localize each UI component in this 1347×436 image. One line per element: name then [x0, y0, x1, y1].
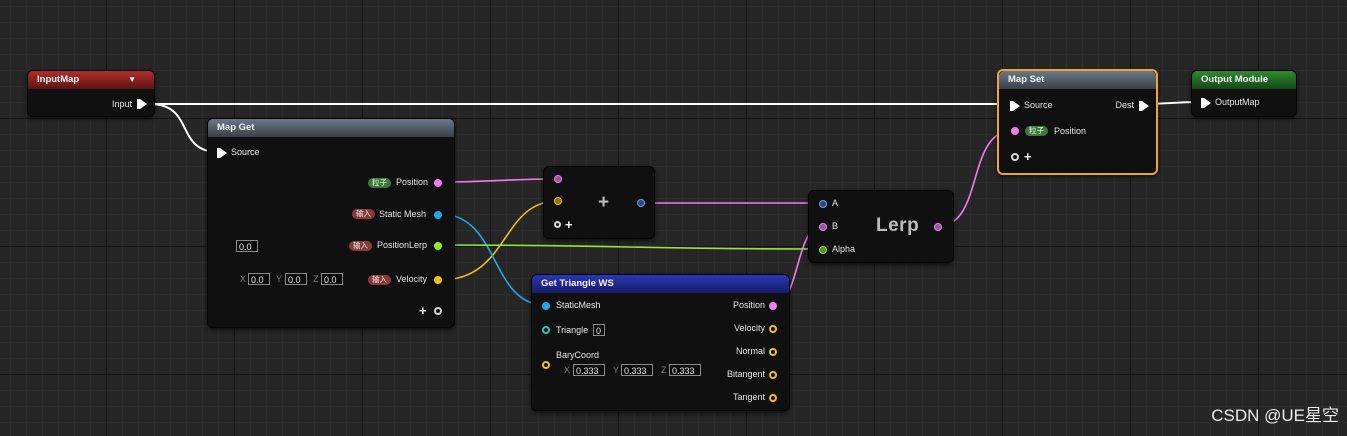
namespace-badge: 输入 [352, 209, 375, 219]
lerp-node[interactable]: A B Alpha Lerp [808, 190, 954, 263]
watermark: CSDN @UE星空 [1211, 406, 1339, 425]
map-get-source-label: Source [231, 147, 260, 157]
map-get-node[interactable]: Map Get Source 粒子 Position 输入 Static Mes… [207, 118, 455, 328]
wire-mesh-to-triangle [439, 213, 546, 306]
map-set-dest-label: Dest [1115, 100, 1134, 110]
map-set-node[interactable]: Map Set Source Dest 粒子 Position + [997, 69, 1158, 175]
input-map-node[interactable]: InputMap ▼ Input [27, 70, 155, 117]
output-position-label: Position [732, 300, 765, 310]
output-normal-pin[interactable] [769, 348, 777, 356]
lerp-title: Lerp [876, 215, 920, 236]
output-position-pin[interactable] [434, 179, 442, 187]
map-set-position-label: Position [1054, 126, 1087, 136]
triangle-value-field[interactable]: 0 [593, 324, 605, 336]
output-module-header[interactable]: Output Module [1192, 71, 1296, 89]
output-map-pin[interactable] [1201, 98, 1211, 108]
lerp-b-pin[interactable] [819, 223, 827, 231]
static-mesh-input-pin[interactable] [542, 302, 550, 310]
map-get-title: Map Get [217, 122, 255, 133]
add-pin-icon[interactable] [434, 307, 442, 315]
get-triangle-ws-node[interactable]: Get Triangle WS StaticMesh Triangle 0 Ba… [531, 274, 790, 411]
lerp-alpha-pin[interactable] [819, 246, 827, 254]
output-velocity-pin[interactable] [769, 325, 777, 333]
get-triangle-header[interactable]: Get Triangle WS [532, 275, 789, 293]
output-bitangent-pin[interactable] [769, 371, 777, 379]
input-map-title: InputMap [37, 74, 80, 85]
lerp-alpha-label: Alpha [832, 244, 856, 254]
velocity-x-field[interactable]: 0.0 [248, 273, 270, 285]
bary-x-field[interactable]: 0.333 [573, 364, 605, 376]
map-set-header[interactable]: Map Set [999, 71, 1156, 89]
plus-icon[interactable]: + [1024, 150, 1032, 163]
wire-velocity-to-add [439, 200, 559, 281]
add-pin-icon[interactable] [554, 221, 561, 228]
triangle-input-label: Triangle [556, 325, 589, 335]
output-static-mesh-pin[interactable] [434, 211, 442, 219]
add-output-pin[interactable] [637, 199, 645, 207]
lerp-b-label: B [832, 221, 839, 231]
barycoord-input-pin[interactable] [542, 361, 550, 369]
map-get-source-pin[interactable] [217, 148, 227, 158]
get-triangle-title: Get Triangle WS [541, 278, 614, 289]
output-positionlerp-pin[interactable] [434, 242, 442, 250]
lerp-a-label: A [832, 198, 839, 208]
output-module-title: Output Module [1201, 74, 1269, 85]
output-position-pin[interactable] [769, 302, 777, 310]
add-input-b-pin[interactable] [554, 197, 562, 205]
wire-lerp-alpha [439, 244, 823, 250]
namespace-badge: 粒子 [368, 178, 391, 188]
add-operator-symbol: + [598, 192, 610, 213]
triangle-input-pin[interactable] [542, 326, 550, 334]
output-positionlerp-label: PositionLerp [377, 240, 428, 250]
positionlerp-default-field[interactable]: 0.0 [236, 240, 258, 252]
velocity-y-field[interactable]: 0.0 [285, 273, 307, 285]
map-set-source-label: Source [1024, 100, 1053, 110]
output-module-node[interactable]: Output Module OutputMap [1191, 70, 1297, 117]
plus-icon[interactable]: + [419, 304, 427, 317]
output-normal-label: Normal [735, 346, 765, 356]
output-tangent-label: Tangent [732, 392, 765, 402]
map-set-title: Map Set [1008, 74, 1045, 85]
barycoord-input-label: BaryCoord [556, 350, 600, 360]
velocity-y-label: Y [276, 274, 283, 284]
output-position-label: Position [396, 177, 429, 187]
map-get-header[interactable]: Map Get [208, 119, 454, 137]
bary-z-label: Z [661, 365, 667, 375]
output-bitangent-label: Bitangent [726, 369, 765, 379]
lerp-output-pin[interactable] [934, 223, 942, 231]
static-mesh-input-label: StaticMesh [556, 300, 601, 310]
map-set-source-pin[interactable] [1010, 101, 1020, 111]
namespace-badge: 输入 [349, 241, 372, 251]
namespace-badge: 粒子 [1025, 126, 1048, 136]
plus-icon[interactable]: + [565, 218, 573, 231]
input-exec-pin[interactable] [137, 99, 147, 109]
add-pin-icon[interactable] [1011, 153, 1019, 161]
input-pin-label: Input [111, 99, 132, 109]
input-map-header[interactable]: InputMap ▼ [28, 71, 154, 89]
output-tangent-pin[interactable] [769, 394, 777, 402]
map-set-dest-pin[interactable] [1139, 101, 1149, 111]
output-velocity-label: Velocity [396, 274, 428, 284]
add-input-a-pin[interactable] [554, 175, 562, 183]
namespace-badge: 输入 [368, 275, 391, 285]
output-velocity-pin[interactable] [434, 276, 442, 284]
bary-y-label: Y [613, 365, 620, 375]
velocity-z-field[interactable]: 0.0 [321, 273, 343, 285]
bary-y-field[interactable]: 0.333 [621, 364, 653, 376]
caret-down-icon[interactable]: ▼ [128, 71, 136, 89]
velocity-z-label: Z [313, 274, 319, 284]
bary-x-label: X [564, 365, 571, 375]
velocity-x-label: X [240, 274, 247, 284]
output-map-label: OutputMap [1215, 97, 1260, 107]
lerp-a-pin[interactable] [819, 200, 827, 208]
wire-position-to-add [439, 178, 559, 183]
bary-z-field[interactable]: 0.333 [669, 364, 701, 376]
map-set-position-pin[interactable] [1011, 127, 1019, 135]
output-static-mesh-label: Static Mesh [379, 209, 427, 219]
add-node[interactable]: + + [543, 166, 655, 239]
output-velocity-label: Velocity [733, 323, 765, 333]
